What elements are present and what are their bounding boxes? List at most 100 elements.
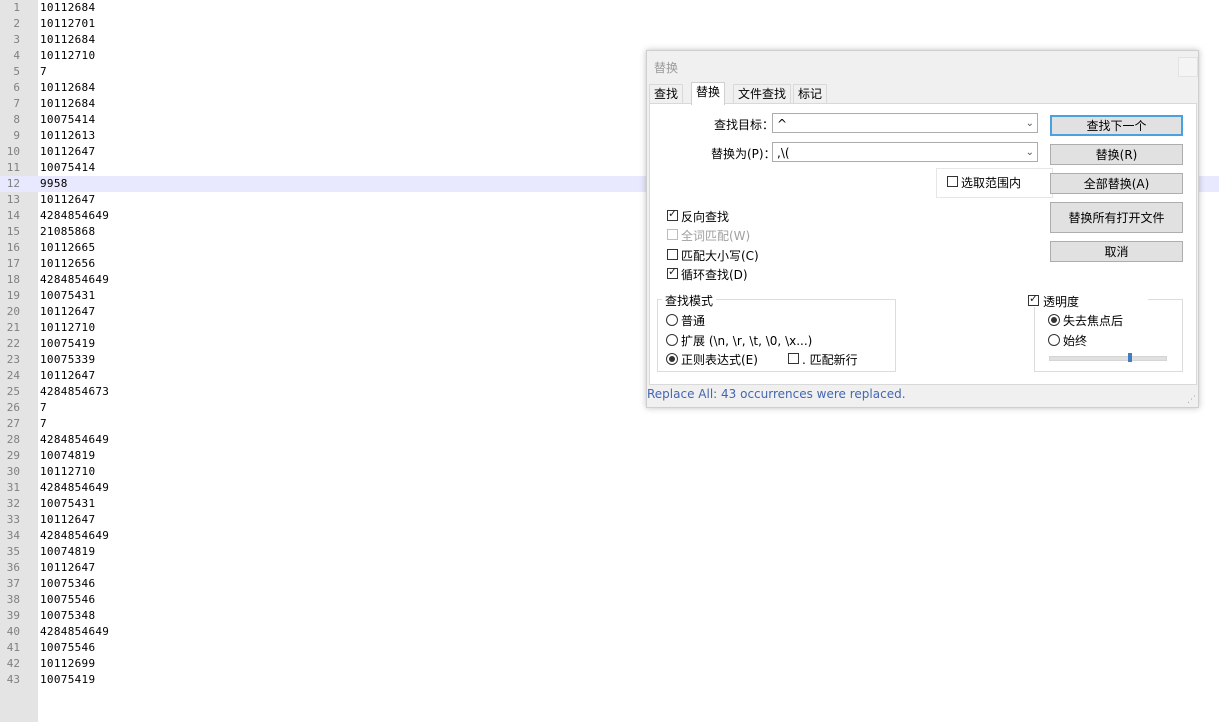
replace-input[interactable]: ,\( ⌄: [772, 142, 1038, 162]
replace-all-open-files-button[interactable]: 替换所有打开文件: [1050, 202, 1183, 233]
line-text[interactable]: 4284854649: [40, 480, 109, 496]
transparency-always-radio[interactable]: [1048, 334, 1060, 346]
line-number: 21: [6, 321, 20, 334]
editor-line[interactable]: 39 10075348: [0, 608, 1219, 624]
line-number: 26: [6, 401, 20, 414]
tab-find-in-files[interactable]: 文件查找: [733, 84, 792, 104]
editor-line[interactable]: 2 10112701: [0, 16, 1219, 32]
line-text[interactable]: 10112647: [40, 512, 95, 528]
search-mode-normal-radio[interactable]: [666, 314, 678, 326]
line-text[interactable]: 10075546: [40, 592, 95, 608]
line-text[interactable]: 10112701: [40, 16, 95, 32]
tab-mark[interactable]: 标记: [793, 84, 828, 104]
line-text[interactable]: 4284854649: [40, 208, 109, 224]
editor-line[interactable]: 3 10112684: [0, 32, 1219, 48]
line-text[interactable]: 10112613: [40, 128, 95, 144]
match-case-checkbox[interactable]: [667, 249, 678, 260]
editor-line[interactable]: 34 4284854649: [0, 528, 1219, 544]
editor-line[interactable]: 43 10075419: [0, 672, 1219, 688]
line-text[interactable]: 10112710: [40, 320, 95, 336]
line-text[interactable]: 10112684: [40, 32, 95, 48]
editor-line[interactable]: 27 7: [0, 416, 1219, 432]
line-text[interactable]: 7: [40, 64, 47, 80]
close-button[interactable]: [1178, 57, 1198, 77]
line-number: 23: [6, 353, 20, 366]
line-text[interactable]: 10075414: [40, 112, 95, 128]
find-input-value: ^: [777, 117, 788, 131]
editor-line[interactable]: 38 10075546: [0, 592, 1219, 608]
editor-line[interactable]: 41 10075546: [0, 640, 1219, 656]
line-text[interactable]: 4284854673: [40, 384, 109, 400]
line-text[interactable]: 4284854649: [40, 432, 109, 448]
find-next-button[interactable]: 查找下一个: [1050, 115, 1183, 136]
line-text[interactable]: 9958: [40, 176, 68, 192]
line-text[interactable]: 10074819: [40, 448, 95, 464]
backward-direction-checkbox[interactable]: ✓: [667, 207, 678, 221]
replace-button[interactable]: 替换(R): [1050, 144, 1183, 165]
line-text[interactable]: 10075431: [40, 496, 95, 512]
editor-line[interactable]: 30 10112710: [0, 464, 1219, 480]
editor-line[interactable]: 1 10112684: [0, 0, 1219, 16]
editor-line[interactable]: 31 4284854649: [0, 480, 1219, 496]
line-number: 17: [6, 257, 20, 270]
line-text[interactable]: 10075546: [40, 640, 95, 656]
line-text[interactable]: 7: [40, 400, 47, 416]
transparency-slider-thumb[interactable]: [1128, 353, 1133, 362]
line-text[interactable]: 21085868: [40, 224, 95, 240]
line-text[interactable]: 10112656: [40, 256, 95, 272]
line-text[interactable]: 10112647: [40, 560, 95, 576]
line-text[interactable]: 4284854649: [40, 272, 109, 288]
in-selection-checkbox[interactable]: [947, 176, 958, 187]
line-text[interactable]: 10112665: [40, 240, 95, 256]
transparency-on-lose-focus-radio[interactable]: [1048, 314, 1060, 326]
search-mode-regex-radio[interactable]: [666, 353, 678, 365]
line-text[interactable]: 10112684: [40, 96, 95, 112]
line-text[interactable]: 10112647: [40, 368, 95, 384]
editor-line[interactable]: 42 10112699: [0, 656, 1219, 672]
line-text[interactable]: 4284854649: [40, 528, 109, 544]
line-text[interactable]: 10112710: [40, 48, 95, 64]
line-text[interactable]: 10112647: [40, 304, 95, 320]
resize-grip-icon[interactable]: ⋰: [1187, 395, 1196, 405]
editor-line[interactable]: 36 10112647: [0, 560, 1219, 576]
line-text[interactable]: 10112647: [40, 144, 95, 160]
chevron-down-icon[interactable]: ⌄: [1026, 143, 1034, 163]
line-text[interactable]: 10112684: [40, 80, 95, 96]
line-text[interactable]: 10112710: [40, 464, 95, 480]
find-label: 查找目标：: [714, 118, 775, 132]
editor-line[interactable]: 28 4284854649: [0, 432, 1219, 448]
wrap-around-checkbox[interactable]: ✓: [667, 265, 678, 279]
line-number: 40: [6, 625, 20, 638]
line-text[interactable]: 10075348: [40, 608, 95, 624]
transparency-checkbox[interactable]: ✓: [1028, 292, 1039, 306]
tab-find[interactable]: 查找: [649, 84, 684, 104]
chevron-down-icon[interactable]: ⌄: [1026, 114, 1034, 134]
line-text[interactable]: 10075339: [40, 352, 95, 368]
line-text[interactable]: 10075346: [40, 576, 95, 592]
line-text[interactable]: 10075419: [40, 336, 95, 352]
search-mode-extended-radio[interactable]: [666, 334, 678, 346]
editor-line[interactable]: 29 10074819: [0, 448, 1219, 464]
dot-matches-newline-checkbox[interactable]: [788, 353, 799, 364]
tab-replace[interactable]: 替换: [691, 82, 726, 105]
editor-line[interactable]: 37 10075346: [0, 576, 1219, 592]
editor-line[interactable]: 40 4284854649: [0, 624, 1219, 640]
line-text[interactable]: 7: [40, 416, 47, 432]
line-text[interactable]: 10112699: [40, 656, 95, 672]
cancel-button[interactable]: 取消: [1050, 241, 1183, 262]
line-text[interactable]: 10075419: [40, 672, 95, 688]
find-input[interactable]: ^ ⌄: [772, 113, 1038, 133]
editor-line[interactable]: 32 10075431: [0, 496, 1219, 512]
line-text[interactable]: 4284854649: [40, 624, 109, 640]
replace-all-button[interactable]: 全部替换(A): [1050, 173, 1183, 194]
editor-line[interactable]: 35 10074819: [0, 544, 1219, 560]
line-text[interactable]: 10074819: [40, 544, 95, 560]
line-number: 16: [6, 241, 20, 254]
editor-line[interactable]: 33 10112647: [0, 512, 1219, 528]
search-mode-normal-label: 普通: [681, 314, 706, 328]
line-text[interactable]: 10112684: [40, 0, 95, 16]
transparency-slider[interactable]: [1049, 356, 1167, 361]
line-text[interactable]: 10075431: [40, 288, 95, 304]
line-text[interactable]: 10112647: [40, 192, 95, 208]
line-text[interactable]: 10075414: [40, 160, 95, 176]
